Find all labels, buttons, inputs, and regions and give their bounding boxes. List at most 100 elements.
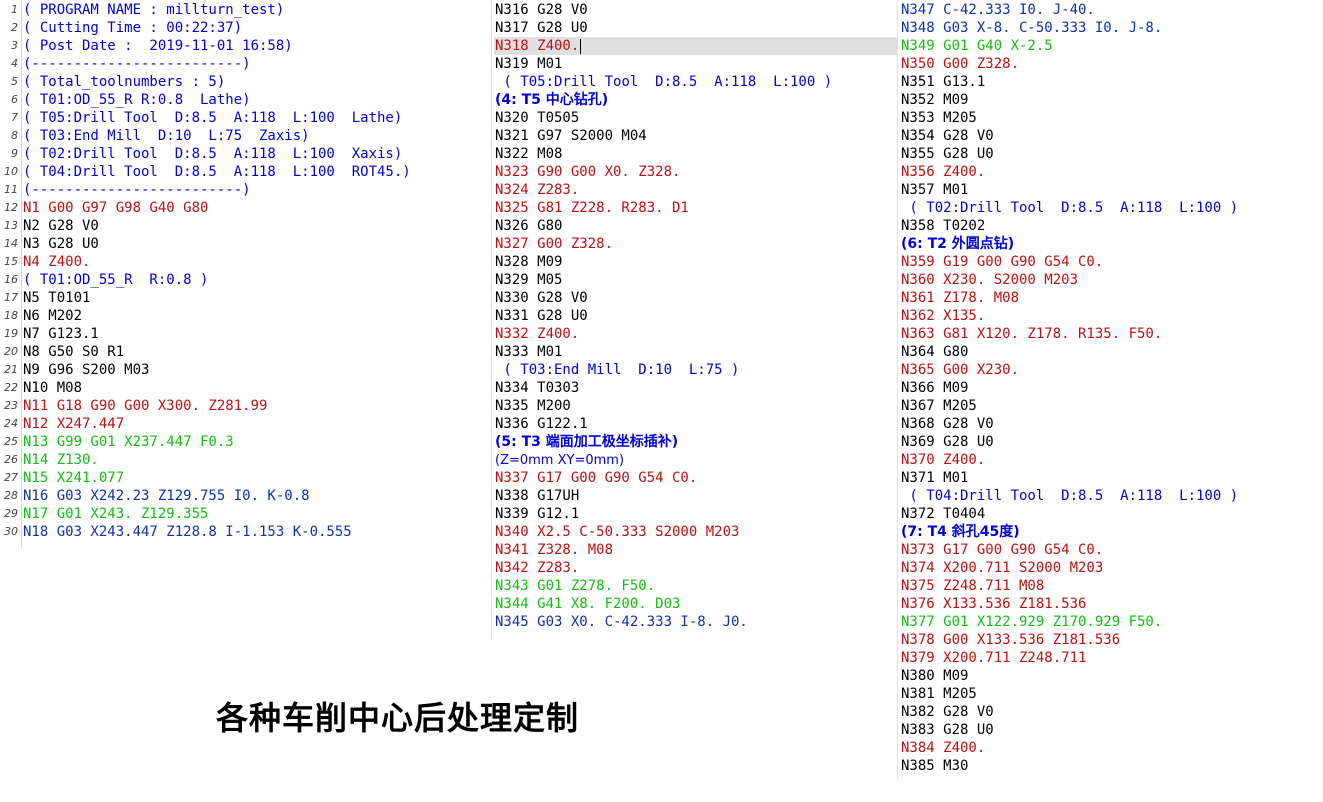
code-line[interactable]: 5 ( Total_toolnumbers : 5) — [11, 73, 490, 91]
code-line[interactable]: N384 Z400. — [900, 739, 1320, 757]
code-line[interactable]: 29 N17 G01 X243. Z129.355 — [4, 505, 490, 523]
code-line[interactable]: N365 G00 X230. — [900, 361, 1320, 379]
code-line[interactable]: N385 M30 — [900, 757, 1320, 775]
code-line[interactable]: 22 N10 M08 — [4, 379, 490, 397]
code-line[interactable]: N356 Z400. — [900, 163, 1320, 181]
code-line[interactable]: 19 N7 G123.1 — [4, 325, 490, 343]
code-pane-2[interactable]: N316 G28 V0 N317 G28 U0 N318 Z400. N319 M01… — [494, 1, 897, 631]
code-line[interactable]: N333 M01 — [494, 343, 896, 361]
code-line[interactable]: N380 M09 — [900, 667, 1320, 685]
code-line[interactable]: N351 G13.1 — [900, 73, 1320, 91]
code-line[interactable]: 24 N12 X247.447 — [4, 415, 490, 433]
code-line[interactable]: 8 ( T03:End Mill D:10 L:75 Zaxis) — [11, 127, 490, 145]
code-line[interactable]: N348 G03 X-8. C-50.333 I0. J-8. — [900, 19, 1320, 37]
code-line[interactable]: N343 G01 Z278. F50. — [494, 577, 896, 595]
code-line[interactable]: 27 N15 X241.077 — [4, 469, 490, 487]
code-line[interactable]: N355 G28 U0 — [900, 145, 1320, 163]
code-line[interactable]: 28 N16 G03 X242.23 Z129.755 I0. K-0.8 — [4, 487, 490, 505]
code-line[interactable]: ( T02:Drill Tool D:8.5 A:118 L:100 ) — [900, 199, 1320, 217]
code-line[interactable]: N329 M05 — [494, 271, 896, 289]
code-line[interactable]: ( T03:End Mill D:10 L:75 ) — [494, 361, 896, 379]
code-line[interactable]: N325 G81 Z228. R283. D1 — [494, 199, 896, 217]
code-line[interactable]: (6: T2 外圆点钻) — [900, 235, 1320, 253]
code-line[interactable]: N331 G28 U0 — [494, 307, 896, 325]
code-line[interactable]: N364 G80 — [900, 343, 1320, 361]
code-line[interactable]: N370 Z400. — [900, 451, 1320, 469]
code-line[interactable]: 21 N9 G96 S200 M03 — [4, 361, 490, 379]
code-line[interactable]: N368 G28 V0 — [900, 415, 1320, 433]
code-line[interactable]: 7 ( T05:Drill Tool D:8.5 A:118 L:100 Lath… — [11, 109, 490, 127]
code-line[interactable]: (4: T5 中心钻孔) — [494, 91, 896, 109]
code-line[interactable]: N362 X135. — [900, 307, 1320, 325]
code-line[interactable]: (Z=0mm XY=0mm) — [494, 451, 896, 469]
code-line[interactable]: N375 Z248.711 M08 — [900, 577, 1320, 595]
code-line[interactable]: N342 Z283. — [494, 559, 896, 577]
code-line[interactable]: N336 G122.1 — [494, 415, 896, 433]
code-line[interactable]: N354 G28 V0 — [900, 127, 1320, 145]
code-line[interactable]: N378 G00 X133.536 Z181.536 — [900, 631, 1320, 649]
code-line[interactable]: N369 G28 U0 — [900, 433, 1320, 451]
code-line[interactable]: N321 G97 S2000 M04 — [494, 127, 896, 145]
code-line[interactable]: N382 G28 V0 — [900, 703, 1320, 721]
code-line[interactable]: N332 Z400. — [494, 325, 896, 343]
code-line[interactable]: N337 G17 G00 G90 G54 C0. — [494, 469, 896, 487]
code-line[interactable]: 13 N2 G28 V0 — [4, 217, 490, 235]
code-line[interactable]: (5: T3 端面加工极坐标插补) — [494, 433, 896, 451]
code-line[interactable]: N371 M01 — [900, 469, 1320, 487]
code-line[interactable]: N340 X2.5 C-50.333 S2000 M203 — [494, 523, 896, 541]
current-code-line[interactable]: N318 Z400. — [494, 37, 897, 55]
code-line[interactable]: N373 G17 G00 G90 G54 C0. — [900, 541, 1320, 559]
code-line[interactable]: N326 G80 — [494, 217, 896, 235]
code-line[interactable]: N377 G01 X122.929 Z170.929 F50. — [900, 613, 1320, 631]
code-line[interactable]: 23 N11 G18 G90 G00 X300. Z281.99 — [4, 397, 490, 415]
code-line[interactable]: N353 M205 — [900, 109, 1320, 127]
code-line[interactable]: N327 G00 Z328. — [494, 235, 896, 253]
code-line[interactable]: N352 M09 — [900, 91, 1320, 109]
code-line[interactable]: N372 T0404 — [900, 505, 1320, 523]
code-line[interactable]: 2 ( Cutting Time : 00:22:37) — [11, 19, 490, 37]
code-line[interactable]: N334 T0303 — [494, 379, 896, 397]
code-line[interactable]: N367 M205 — [900, 397, 1320, 415]
code-line[interactable]: 17 N5 T0101 — [4, 289, 490, 307]
code-line[interactable]: 25 N13 G99 G01 X237.447 F0.3 — [4, 433, 490, 451]
code-line[interactable]: N330 G28 V0 — [494, 289, 896, 307]
code-line[interactable]: N360 X230. S2000 M203 — [900, 271, 1320, 289]
code-line[interactable]: 10 ( T04:Drill Tool D:8.5 A:118 L:100 ROT… — [4, 163, 490, 181]
code-line[interactable]: 14 N3 G28 U0 — [4, 235, 490, 253]
code-line[interactable]: 18 N6 M202 — [4, 307, 490, 325]
code-line[interactable]: N349 G01 G40 X-2.5 — [900, 37, 1320, 55]
code-line[interactable]: N323 G90 G00 X0. Z328. — [494, 163, 896, 181]
code-line[interactable]: 26 N14 Z130. — [4, 451, 490, 469]
code-line[interactable]: N350 G00 Z328. — [900, 55, 1320, 73]
code-pane-3[interactable]: N347 C-42.333 I0. J-40. N348 G03 X-8. C-5… — [900, 1, 1320, 775]
code-line[interactable]: N324 Z283. — [494, 181, 896, 199]
code-line[interactable]: N320 T0505 — [494, 109, 896, 127]
code-line[interactable]: N335 M200 — [494, 397, 896, 415]
code-line[interactable]: 12 N1 G00 G97 G98 G40 G80 — [4, 199, 490, 217]
code-line[interactable]: N338 G17UH — [494, 487, 896, 505]
code-line[interactable]: 3 ( Post Date : 2019-11-01 16:58) — [11, 37, 490, 55]
code-line[interactable]: N339 G12.1 — [494, 505, 896, 523]
code-pane-1[interactable]: 1 ( PROGRAM NAME : millturn_test) 2 ( Cutti… — [4, 1, 490, 541]
code-line[interactable]: N358 T0202 — [900, 217, 1320, 235]
code-line[interactable]: N322 M08 — [494, 145, 896, 163]
code-line[interactable]: 9 ( T02:Drill Tool D:8.5 A:118 L:100 Xaxi… — [11, 145, 490, 163]
code-line[interactable]: N341 Z328. M08 — [494, 541, 896, 559]
code-line[interactable]: 16 ( T01:OD_55_R R:0.8 ) — [4, 271, 490, 289]
code-line[interactable]: N379 X200.711 Z248.711 — [900, 649, 1320, 667]
code-line[interactable]: N383 G28 U0 — [900, 721, 1320, 739]
code-line[interactable]: N316 G28 V0 — [494, 1, 896, 19]
code-line[interactable]: 1 ( PROGRAM NAME : millturn_test) — [11, 1, 490, 19]
code-line[interactable]: 6 ( T01:OD_55_R R:0.8 Lathe) — [11, 91, 490, 109]
code-line[interactable]: N345 G03 X0. C-42.333 I-8. J0. — [494, 613, 896, 631]
code-line[interactable]: N363 G81 X120. Z178. R135. F50. — [900, 325, 1320, 343]
code-line[interactable]: N359 G19 G00 G90 G54 C0. — [900, 253, 1320, 271]
code-line[interactable]: N347 C-42.333 I0. J-40. — [900, 1, 1320, 19]
code-line[interactable]: N366 M09 — [900, 379, 1320, 397]
code-line[interactable]: N344 G41 X8. F200. D03 — [494, 595, 896, 613]
code-line[interactable]: ( T05:Drill Tool D:8.5 A:118 L:100 ) — [494, 73, 896, 91]
code-line[interactable]: N357 M01 — [900, 181, 1320, 199]
code-line[interactable]: 15 N4 Z400. — [4, 253, 490, 271]
code-line[interactable]: 11 (-------------------------) — [4, 181, 490, 199]
code-line[interactable]: 30 N18 G03 X243.447 Z128.8 I-1.153 K-0.55… — [4, 523, 490, 541]
